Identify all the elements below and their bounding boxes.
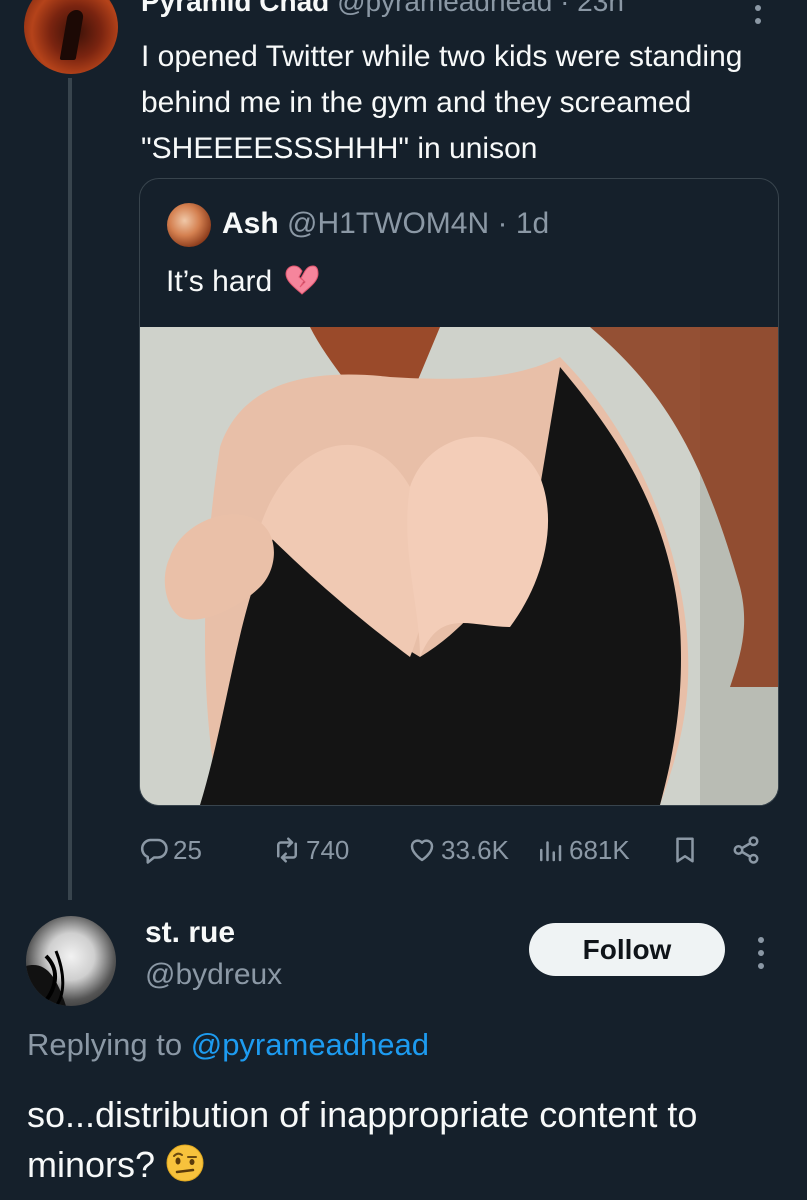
- replying-mention-link[interactable]: @pyrameadhead: [191, 1027, 429, 1062]
- heart-icon: [410, 839, 434, 862]
- avatar[interactable]: [24, 0, 118, 74]
- bookmark-button[interactable]: [670, 830, 700, 870]
- view-count: 681K: [569, 834, 630, 865]
- reply-count: 25: [173, 834, 202, 865]
- raised-eyebrow-face-icon: [165, 1143, 205, 1183]
- tweet-time[interactable]: · 23h: [560, 0, 624, 17]
- quoted-time: · 1d: [497, 207, 550, 240]
- reply-button[interactable]: 25: [139, 830, 202, 870]
- tweet-header: Pyramid Chad @pyrameadhead · 23h: [141, 0, 624, 18]
- media-image[interactable]: [140, 327, 778, 805]
- follow-button[interactable]: Follow: [529, 923, 725, 976]
- reply-author-name[interactable]: st. rue: [145, 916, 235, 950]
- more-options-icon[interactable]: [748, 0, 768, 28]
- retweet-button[interactable]: 740: [272, 830, 349, 870]
- views-icon: [540, 841, 562, 862]
- share-button[interactable]: [731, 830, 761, 870]
- replying-prefix: Replying to: [27, 1027, 183, 1062]
- author-handle[interactable]: @pyrameadhead: [337, 0, 552, 17]
- quoted-avatar[interactable]: [167, 203, 211, 247]
- broken-heart-icon: [285, 265, 319, 295]
- retweet-count: 740: [306, 834, 350, 865]
- quoted-text-row: It’s hard: [166, 265, 319, 299]
- media-placeholder-graphic: [140, 327, 778, 805]
- views-button[interactable]: 681K: [535, 830, 630, 870]
- tweet-actions: 25 740 33.6K 681K: [139, 830, 779, 870]
- tweet-text: I opened Twitter while two kids were sta…: [141, 40, 743, 165]
- like-button[interactable]: 33.6K: [407, 830, 509, 870]
- reply-text-row: so...distribution of inappropriate conte…: [27, 1090, 797, 1190]
- bookmark-icon: [676, 837, 694, 863]
- retweet-icon: [277, 837, 297, 863]
- author-name[interactable]: Pyramid Chad: [141, 0, 329, 17]
- share-icon: [733, 836, 759, 864]
- quoted-author-handle: @H1TWOM4N: [287, 207, 490, 240]
- more-options-icon[interactable]: [751, 933, 771, 973]
- replying-to: Replying to @pyrameadhead: [27, 1027, 429, 1063]
- quoted-author-name: Ash: [222, 207, 279, 240]
- reply-author-handle[interactable]: @bydreux: [145, 958, 282, 992]
- thread-line: [68, 78, 72, 900]
- quoted-tweet[interactable]: Ash @H1TWOM4N · 1d It’s hard: [139, 178, 779, 806]
- reply-icon: [140, 838, 168, 864]
- quoted-text: It’s hard: [166, 265, 273, 298]
- reply-avatar[interactable]: [26, 916, 116, 1006]
- like-count: 33.6K: [441, 834, 509, 865]
- quoted-header: Ash @H1TWOM4N · 1d: [222, 207, 549, 241]
- reply-text: so...distribution of inappropriate conte…: [27, 1094, 698, 1185]
